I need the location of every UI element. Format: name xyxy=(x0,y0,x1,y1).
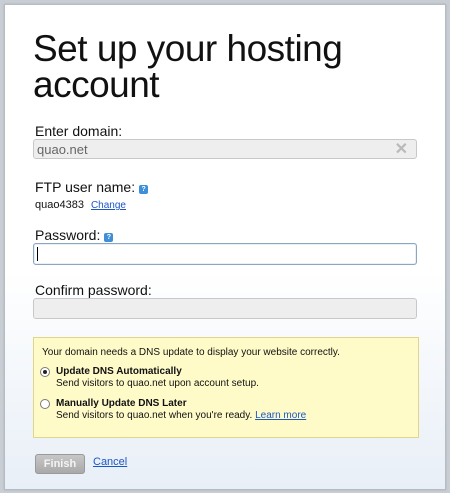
dns-message: Your domain needs a DNS update to displa… xyxy=(42,347,340,358)
option-description-row: Send visitors to quao.net when you're re… xyxy=(56,410,306,421)
help-icon[interactable]: ? xyxy=(104,233,114,242)
password-label: Password: xyxy=(35,227,101,243)
password-field[interactable] xyxy=(33,243,417,265)
finish-button[interactable]: Finish xyxy=(35,454,85,474)
domain-label: Enter domain: xyxy=(35,123,123,139)
password-input[interactable] xyxy=(34,244,416,264)
help-icon[interactable]: ? xyxy=(139,185,149,194)
domain-field[interactable]: ✕ xyxy=(33,139,417,159)
cancel-link[interactable]: Cancel xyxy=(93,456,127,468)
change-ftp-link[interactable]: Change xyxy=(91,200,126,211)
learn-more-link[interactable]: Learn more xyxy=(255,410,306,421)
password-label-row: Password:? xyxy=(35,227,114,243)
option-description: Send visitors to quao.net when you're re… xyxy=(56,410,253,421)
clear-x-icon[interactable]: ✕ xyxy=(395,141,408,159)
radio-manual[interactable] xyxy=(40,399,50,409)
dns-notice-box: Your domain needs a DNS update to displa… xyxy=(33,337,419,438)
ftp-label: FTP user name: xyxy=(35,179,136,195)
confirm-password-label: Confirm password: xyxy=(35,282,152,298)
page-title: Set up your hosting account xyxy=(33,28,343,105)
option-description: Send visitors to quao.net upon account s… xyxy=(56,378,259,389)
ftp-value-row: quao4383 Change xyxy=(35,199,126,211)
option-title: Update DNS Automatically xyxy=(56,366,182,377)
confirm-password-input[interactable] xyxy=(34,299,416,318)
confirm-password-field[interactable] xyxy=(33,298,417,319)
hosting-setup-dialog: Set up your hosting account Enter domain… xyxy=(4,4,446,490)
ftp-label-row: FTP user name:? xyxy=(35,179,149,195)
option-title: Manually Update DNS Later xyxy=(56,398,187,409)
ftp-username: quao4383 xyxy=(35,199,84,211)
radio-automatic[interactable] xyxy=(40,367,50,377)
text-caret xyxy=(37,247,38,261)
domain-input[interactable] xyxy=(34,140,416,158)
